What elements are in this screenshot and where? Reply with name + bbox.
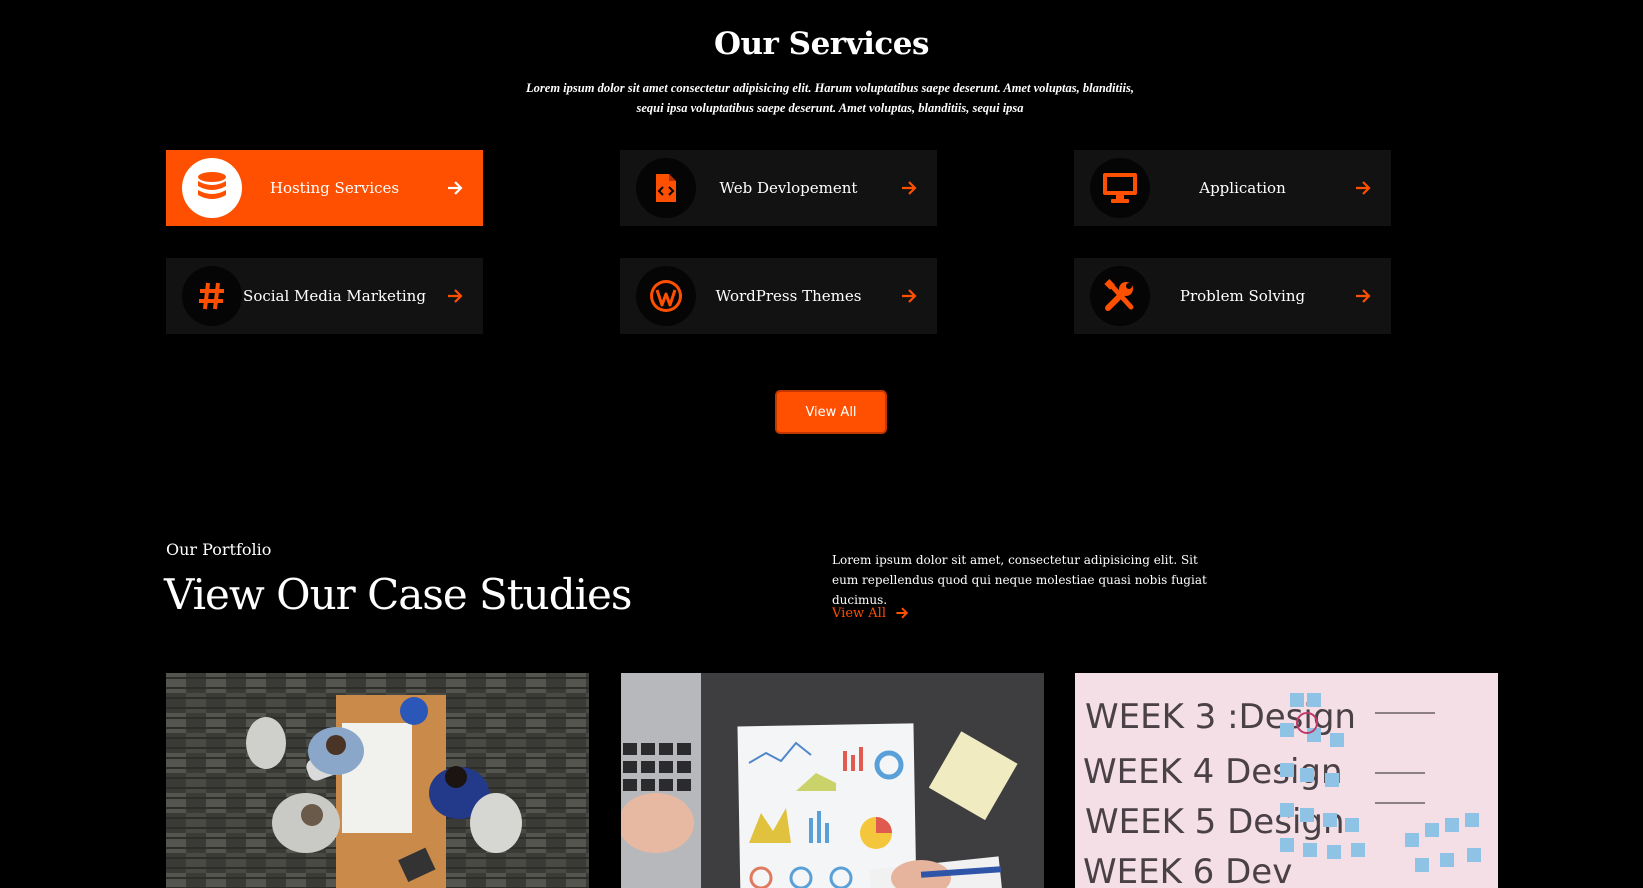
portfolio-title: View Our Case Studies [164, 570, 632, 619]
arrow-right-icon [902, 181, 917, 195]
service-label: WordPress Themes [715, 287, 862, 305]
service-label: Problem Solving [1179, 287, 1306, 305]
services-description: Lorem ipsum dolor sit amet consectetur a… [490, 78, 1170, 118]
arrow-right-icon [896, 607, 909, 619]
code-file-icon [636, 158, 696, 218]
service-label: Hosting Services [269, 179, 400, 197]
service-label: Social Media Marketing [243, 287, 426, 305]
service-card-social-media[interactable]: Social Media Marketing [166, 258, 483, 334]
arrow-right-icon [448, 181, 463, 195]
portfolio-subtitle: Our Portfolio [166, 540, 272, 559]
portfolio-view-all-link[interactable]: View All [832, 605, 910, 621]
portfolio-view-all-label: View All [832, 605, 886, 621]
portfolio-description-line2: eum repellendus quod qui neque molestiae… [832, 573, 1207, 607]
services-title: Our Services [714, 26, 929, 62]
case-study-image-2[interactable] [621, 673, 1044, 888]
arrow-right-icon [902, 289, 917, 303]
portfolio-description: Lorem ipsum dolor sit amet, consectetur … [832, 550, 1252, 610]
arrow-right-icon [448, 289, 463, 303]
database-icon [182, 158, 242, 218]
service-card-application[interactable]: Application [1074, 150, 1391, 226]
case-study-image-3[interactable]: WEEK 3 :Design WEEK 4 Design WEEK 5 Desi… [1075, 673, 1498, 888]
service-label: Web Devlopement [719, 179, 858, 197]
services-description-line2: sequi ipsa voluptatibus saepe deserunt. … [636, 101, 1024, 115]
view-all-services-button[interactable]: View All [777, 392, 885, 432]
services-description-line1: Lorem ipsum dolor sit amet consectetur a… [526, 81, 1134, 95]
service-card-hosting[interactable]: Hosting Services [166, 150, 483, 226]
whiteboard-text: WEEK 6 Dev [1083, 852, 1292, 888]
wordpress-icon [636, 266, 696, 326]
case-study-image-1[interactable] [166, 673, 589, 888]
tools-icon [1090, 266, 1150, 326]
analytics-report-photo [621, 673, 1044, 888]
portfolio-description-line1: Lorem ipsum dolor sit amet, consectetur … [832, 553, 1198, 567]
team-meeting-photo [166, 673, 589, 888]
service-card-problem-solving[interactable]: Problem Solving [1074, 258, 1391, 334]
service-card-web-development[interactable]: Web Devlopement [620, 150, 937, 226]
arrow-right-icon [1356, 181, 1371, 195]
arrow-right-icon [1356, 289, 1371, 303]
desktop-icon [1090, 158, 1150, 218]
hashtag-icon [182, 266, 242, 326]
service-label: Application [1199, 179, 1286, 197]
service-card-wordpress[interactable]: WordPress Themes [620, 258, 937, 334]
whiteboard-photo: WEEK 3 :Design WEEK 4 Design WEEK 5 Desi… [1075, 673, 1498, 888]
